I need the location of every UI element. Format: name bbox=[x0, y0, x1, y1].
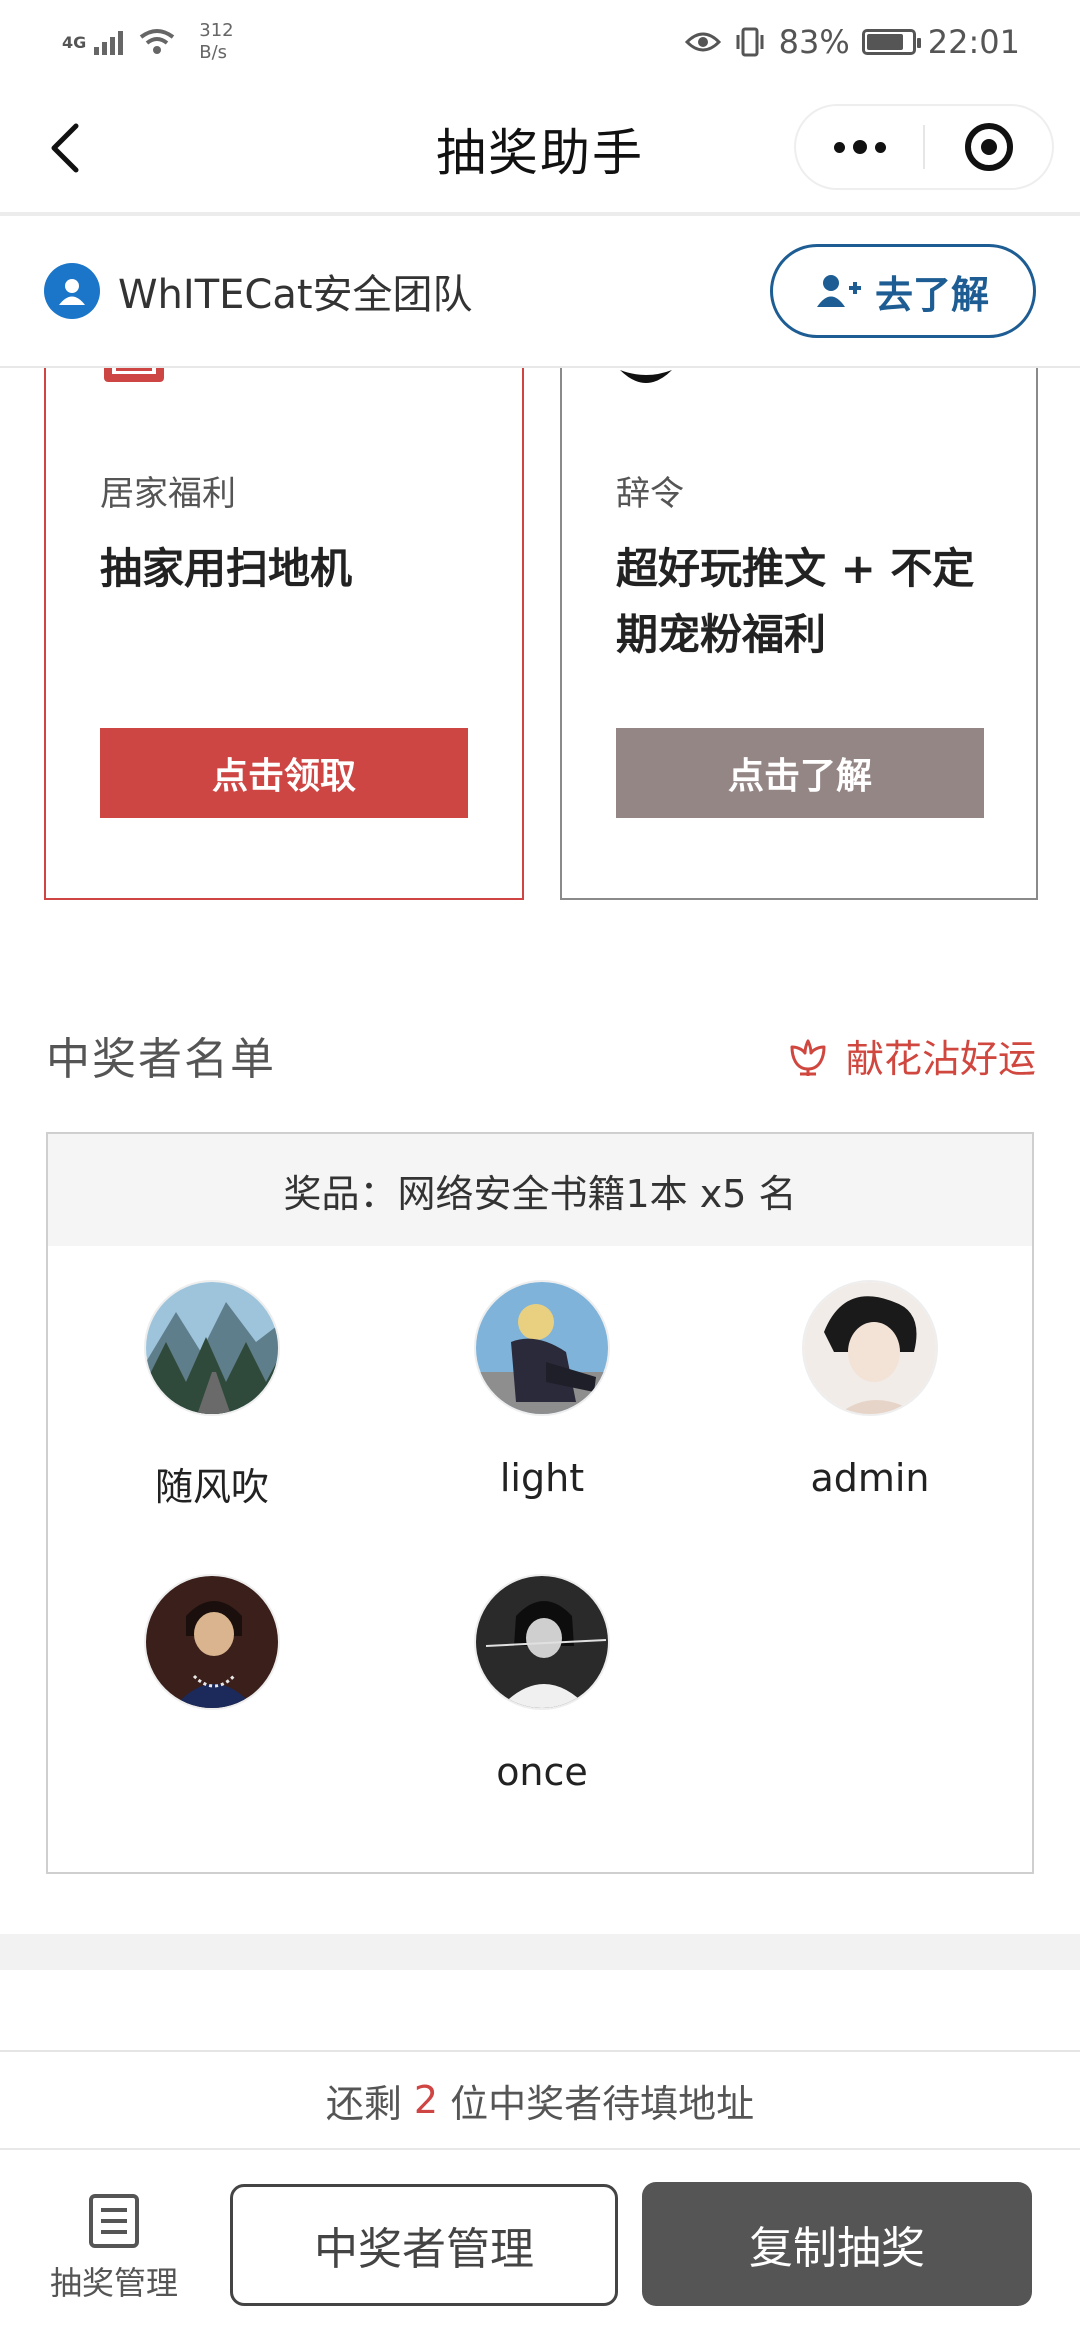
clock: 22:01 bbox=[927, 23, 1020, 61]
winner-item[interactable]: 随风吹 bbox=[48, 1280, 376, 1511]
flower-icon bbox=[790, 1039, 826, 1076]
promo-cards: 居家福利 抽家用扫地机 点击领取 辞令 超好玩推文 + 不定期宠粉福利 点击了解 bbox=[0, 368, 1080, 934]
close-mini-program-button[interactable] bbox=[925, 123, 1052, 171]
target-circle-icon bbox=[964, 123, 1013, 171]
winner-name: admin bbox=[810, 1456, 930, 1500]
winner-name: light bbox=[499, 1456, 585, 1500]
battery-icon bbox=[861, 29, 921, 55]
back-arrow-icon[interactable] bbox=[40, 120, 96, 176]
speed-value: 312 bbox=[199, 20, 234, 41]
winner-name: 随风吹 bbox=[154, 1465, 269, 1509]
winner-avatar bbox=[802, 1280, 938, 1416]
list-icon bbox=[89, 2194, 139, 2248]
winner-avatar bbox=[474, 1280, 610, 1416]
network-speed: 312 B/s bbox=[199, 20, 233, 64]
winner-item[interactable]: light bbox=[378, 1280, 706, 1500]
speed-unit: B/s bbox=[199, 42, 228, 63]
winner-item[interactable]: once bbox=[378, 1574, 706, 1794]
winner-item[interactable] bbox=[48, 1574, 376, 1750]
flower-button[interactable]: 献花沾好运 bbox=[786, 1028, 1036, 1083]
page-title: 抽奖助手 bbox=[436, 124, 644, 182]
prize-info: 奖品：网络安全书籍1本 x5 名 bbox=[48, 1134, 1032, 1246]
remaining-notice: 还剩 2 位中奖者待填地址 bbox=[0, 2052, 1080, 2148]
network-type: 4G bbox=[62, 32, 87, 52]
remaining-suffix: 位中奖者待填地址 bbox=[450, 2081, 755, 2126]
claim-button[interactable]: 点击领取 bbox=[100, 728, 468, 818]
eye-icon bbox=[684, 32, 721, 52]
signal-icon bbox=[94, 29, 124, 55]
mini-program-capsule bbox=[794, 104, 1054, 190]
winner-avatar bbox=[144, 1574, 280, 1710]
vibrate-icon bbox=[736, 27, 764, 57]
winners-box: 奖品：网络安全书籍1本 x5 名 随风吹 light admin once bbox=[46, 1132, 1034, 1874]
winner-avatar bbox=[474, 1574, 610, 1710]
winner-avatar bbox=[144, 1280, 280, 1416]
sponsor-name: WhITECat安全团队 bbox=[118, 272, 473, 318]
learn-button[interactable]: 点击了解 bbox=[616, 728, 984, 818]
remaining-count: 2 bbox=[413, 2078, 439, 2122]
copy-lottery-button[interactable]: 复制抽奖 bbox=[642, 2182, 1032, 2306]
nav-bar: 抽奖助手 bbox=[0, 84, 1080, 214]
sweeper-icon bbox=[104, 368, 164, 382]
promo-card: 辞令 超好玩推文 + 不定期宠粉福利 点击了解 bbox=[560, 368, 1038, 900]
learn-more-button[interactable]: 去了解 bbox=[770, 244, 1036, 338]
lottery-manage-button[interactable]: 抽奖管理 bbox=[44, 2192, 184, 2304]
battery-percent: 83% bbox=[778, 23, 850, 61]
promo-card: 居家福利 抽家用扫地机 点击领取 bbox=[44, 368, 524, 900]
learn-more-label: 去了解 bbox=[874, 272, 989, 317]
section-divider bbox=[0, 1934, 1080, 1970]
sponsor-bar: WhITECat安全团队 去了解 bbox=[0, 216, 1080, 368]
lottery-manage-label: 抽奖管理 bbox=[49, 2264, 178, 2302]
flower-label: 献花沾好运 bbox=[845, 1036, 1036, 1081]
bottom-action-bar: 抽奖管理 中奖者管理 复制抽奖 bbox=[0, 2150, 1080, 2340]
winner-manage-button[interactable]: 中奖者管理 bbox=[230, 2184, 618, 2306]
winners-title: 中奖者名单 bbox=[46, 1034, 276, 1085]
user-icon bbox=[59, 279, 85, 305]
card-title: 超好玩推文 + 不定期宠粉福利 bbox=[616, 544, 975, 659]
card-category: 居家福利 bbox=[100, 474, 236, 514]
winner-item[interactable]: admin bbox=[706, 1280, 1034, 1500]
brand-logo-icon bbox=[620, 370, 672, 383]
card-title: 抽家用扫地机 bbox=[100, 544, 353, 593]
card-category: 辞令 bbox=[616, 474, 684, 514]
sponsor-avatar-icon bbox=[44, 263, 100, 319]
status-bar: 4G 312 B/s 83% 22:01 bbox=[0, 0, 1080, 84]
add-user-icon bbox=[816, 275, 861, 307]
winner-name: once bbox=[496, 1750, 588, 1794]
remaining-prefix: 还剩 bbox=[325, 2081, 402, 2126]
more-menu-button[interactable] bbox=[796, 140, 923, 154]
more-dots-icon bbox=[833, 141, 845, 153]
wifi-icon bbox=[140, 29, 175, 54]
winners-header: 中奖者名单 献花沾好运 bbox=[46, 1020, 1036, 1090]
